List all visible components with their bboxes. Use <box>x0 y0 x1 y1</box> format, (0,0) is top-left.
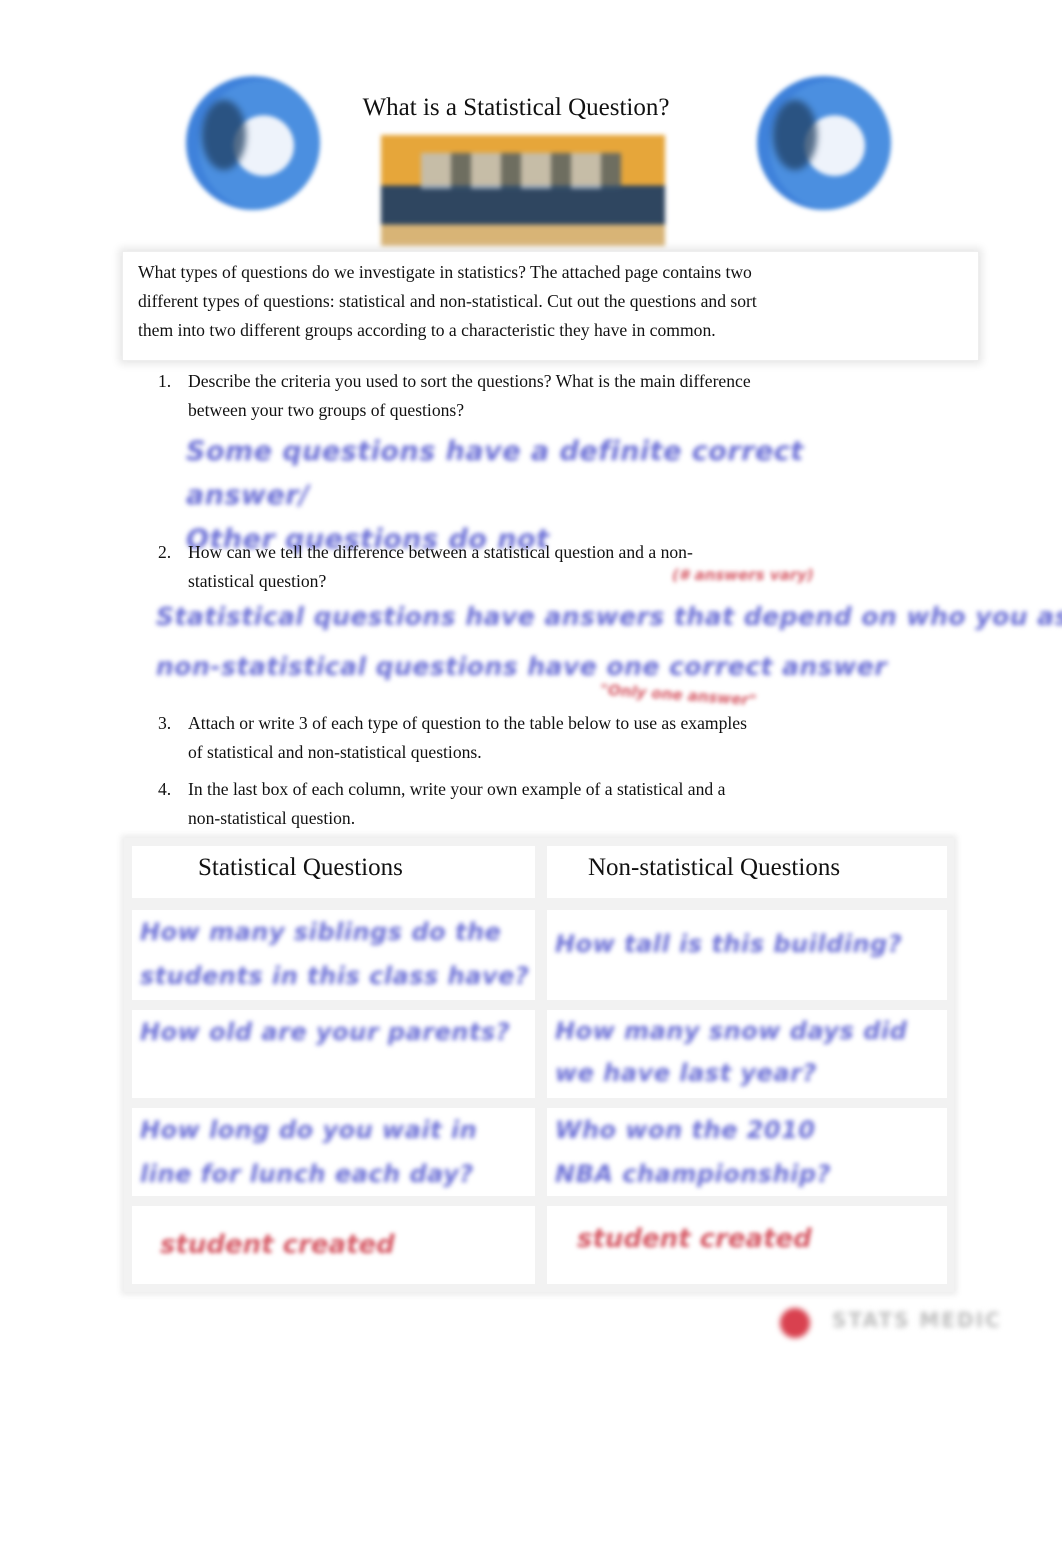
cell-text: student created <box>160 1230 395 1260</box>
question-text: In the last box of each column, write yo… <box>188 779 726 799</box>
question-3: 3. Attach or write 3 of each type of que… <box>158 709 878 766</box>
table-row: Who won the 2010 NBA championship? <box>547 1108 947 1196</box>
cell-text: How many snow days did <box>555 1017 908 1045</box>
answer-line: Some questions have a definite correct a… <box>186 436 804 511</box>
intro-line: different types of questions: statistica… <box>138 291 757 311</box>
annotation: (# answers vary) <box>672 566 814 584</box>
answer-line: non-statistical questions have one corre… <box>156 652 888 681</box>
cell-text: How many siblings do the <box>140 918 502 946</box>
question-text: Describe the criteria you used to sort t… <box>188 371 751 391</box>
cell-text: line for lunch each day? <box>140 1160 474 1188</box>
stats-medic-logo <box>780 1308 810 1338</box>
question-4: 4. In the last box of each column, write… <box>158 775 878 832</box>
intro-line: them into two different groups according… <box>138 320 716 340</box>
table-header-statistical: Statistical Questions <box>132 846 535 898</box>
table-row: How long do you wait in line for lunch e… <box>132 1108 535 1196</box>
page-title: What is a Statistical Question? <box>362 94 670 121</box>
cell-text: How old are your parents? <box>140 1018 511 1046</box>
question-text: between your two groups of questions? <box>188 399 465 420</box>
question-number: 4. <box>158 779 172 799</box>
column-header: Non-statistical Questions <box>588 854 841 881</box>
cell-text: students in this class have? <box>140 962 530 990</box>
question-1: 1. Describe the criteria you used to sor… <box>158 367 878 424</box>
cell-text: we have last year? <box>555 1059 817 1087</box>
intro-text: What types of questions do we investigat… <box>138 258 898 345</box>
cell-text: student created <box>577 1224 812 1254</box>
intro-line: What types of questions do we investigat… <box>138 262 752 282</box>
question-text: How can we tell the difference between a… <box>188 542 693 562</box>
question-number: 2. <box>158 542 172 562</box>
answer-line: Statistical questions have answers that … <box>156 602 1062 631</box>
banner-image <box>381 135 665 247</box>
question-number: 1. <box>158 371 172 391</box>
table-row: How many siblings do the students in thi… <box>132 910 535 1000</box>
question-text: of statistical and non-statistical quest… <box>188 741 482 762</box>
brand-dot-icon <box>780 1308 810 1338</box>
question-text: non-statistical question. <box>188 807 356 828</box>
answer-2: Statistical questions have answers that … <box>156 592 1062 692</box>
brand-name: STATS MEDIC <box>832 1308 1002 1332</box>
cell-text: How tall is this building? <box>555 930 903 958</box>
question-text: Attach or write 3 of each type of questi… <box>188 713 747 733</box>
cell-text: How long do you wait in <box>140 1116 478 1144</box>
table-header-non-statistical: Non-statistical Questions <box>547 846 947 898</box>
cell-text: NBA championship? <box>555 1160 832 1188</box>
question-number: 3. <box>158 713 172 733</box>
table-row: student created <box>132 1206 535 1284</box>
cell-text: Who won the 2010 <box>555 1116 816 1144</box>
table-row: How many snow days did we have last year… <box>547 1010 947 1098</box>
column-header: Statistical Questions <box>198 854 403 881</box>
table-row: How tall is this building? <box>547 910 947 1000</box>
table-row: How old are your parents? <box>132 1010 535 1098</box>
table-row: student created <box>547 1206 947 1284</box>
questions-table: Statistical Questions Non-statistical Qu… <box>124 838 954 1292</box>
